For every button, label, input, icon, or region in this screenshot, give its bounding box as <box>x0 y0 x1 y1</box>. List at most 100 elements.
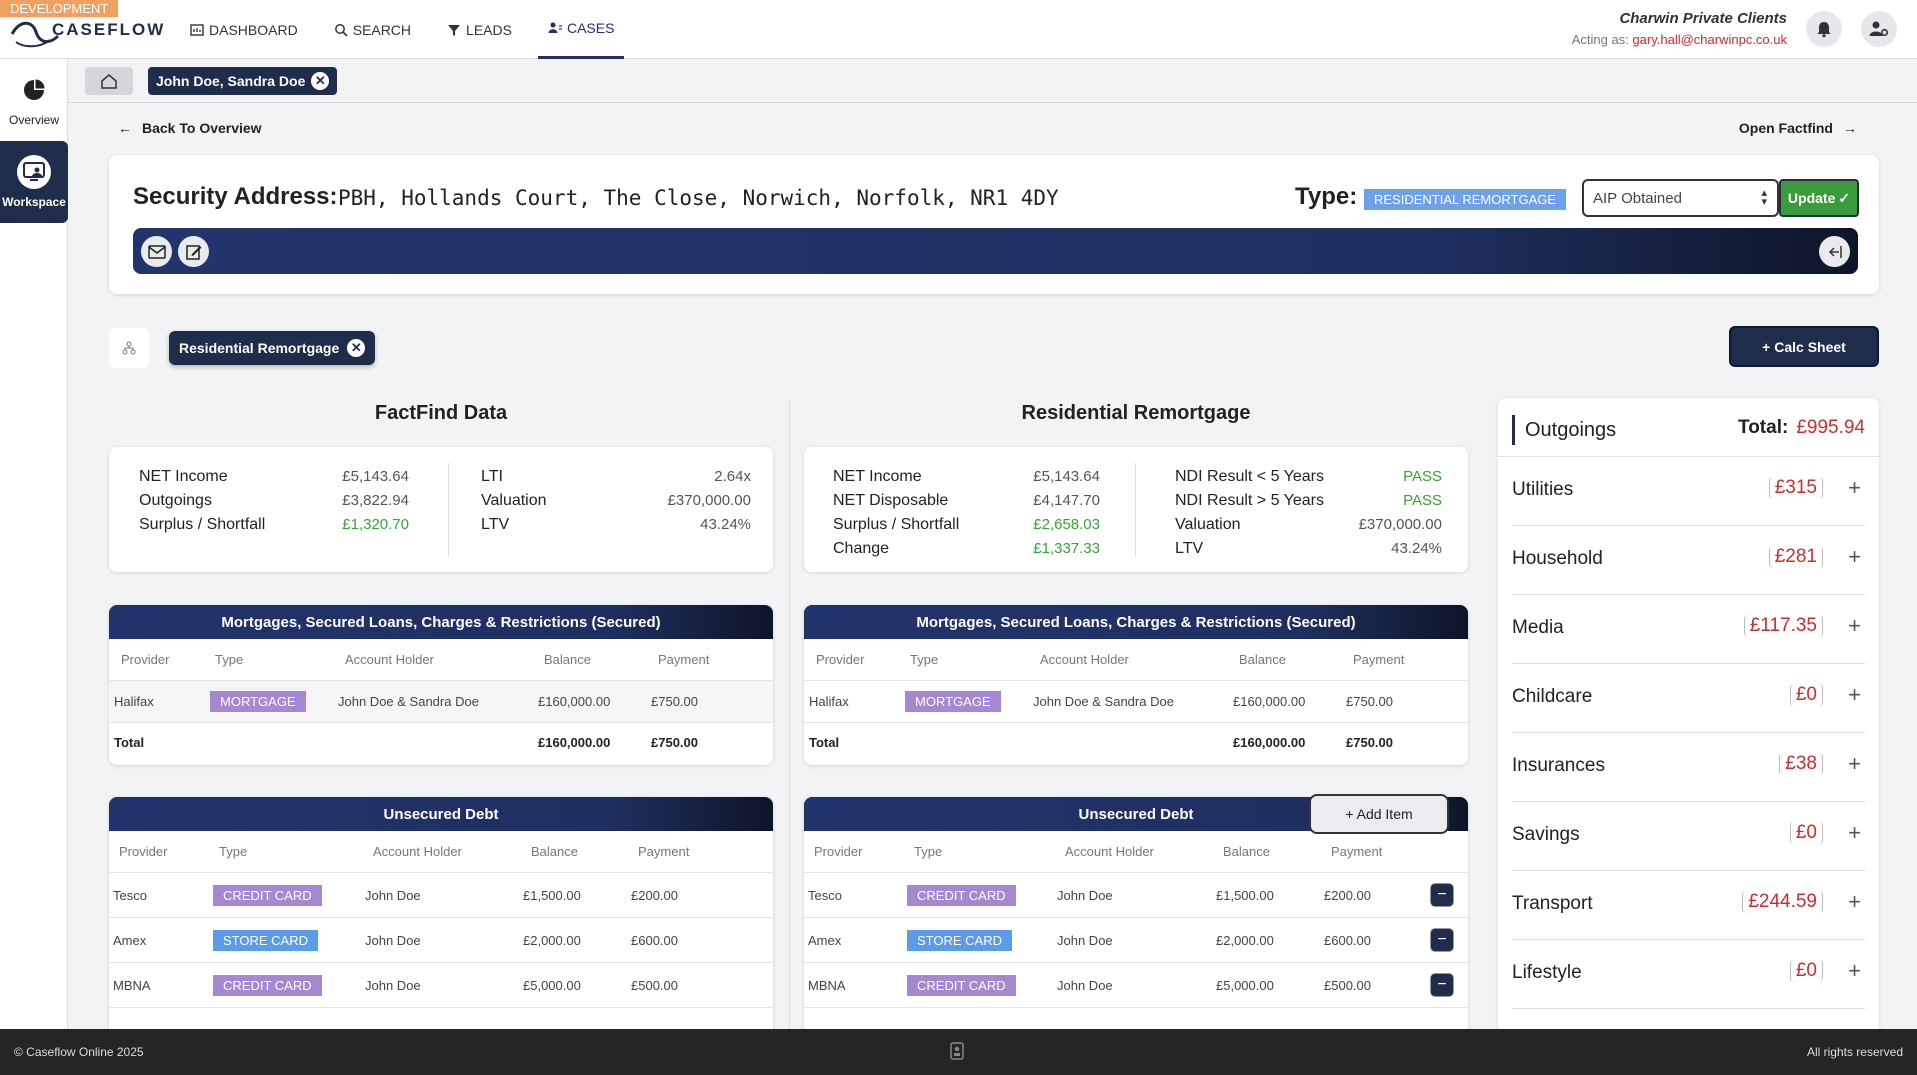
close-icon[interactable]: ✕ <box>311 72 330 90</box>
outgoing-row-media[interactable]: Media £117.35 + <box>1512 595 1865 664</box>
summary-key: Valuation <box>1175 516 1241 533</box>
case-status-value: AIP Obtained <box>1593 189 1682 207</box>
column-header: Balance <box>531 844 578 859</box>
table-row[interactable]: MBNA CREDIT CARD John Doe £5,000.00 £500… <box>804 963 1468 1008</box>
table-row[interactable]: Tesco CREDIT CARD John Doe £1,500.00 £20… <box>109 873 773 918</box>
remove-item-button[interactable]: − <box>1430 973 1454 997</box>
collapse-panel-button[interactable] <box>1819 236 1850 267</box>
table-row[interactable]: Tesco CREDIT CARD John Doe £1,500.00 £20… <box>804 873 1468 918</box>
outgoing-amount: £0 <box>1789 960 1823 982</box>
outgoing-row-childcare[interactable]: Childcare £0 + <box>1512 664 1865 733</box>
add-item-button[interactable]: + Add Item <box>1309 794 1449 834</box>
type-badge: STORE CARD <box>213 929 318 951</box>
copyright-text: © Caseflow Online 2025 <box>14 1045 144 1059</box>
email-button[interactable] <box>141 236 172 267</box>
remove-item-button[interactable]: − <box>1430 883 1454 907</box>
payment-cell: £500.00 <box>631 977 678 993</box>
edit-button[interactable] <box>178 236 209 267</box>
nav-leads-label: LEADS <box>466 21 512 38</box>
close-icon[interactable]: ✕ <box>347 339 366 357</box>
update-status-button[interactable]: Update ✓ <box>1779 179 1859 217</box>
nav-dashboard-label: DASHBOARD <box>209 21 298 38</box>
dashboard-icon <box>190 23 204 36</box>
column-header: Provider <box>119 844 168 859</box>
expand-plus-icon[interactable]: + <box>1848 475 1861 501</box>
nav-leads[interactable]: LEADS <box>437 0 522 59</box>
table-total-row: Total £160,000.00 £750.00 <box>109 723 773 761</box>
table-row[interactable]: Amex STORE CARD John Doe £2,000.00 £600.… <box>109 918 773 963</box>
sidebar-item-overview[interactable]: Overview <box>0 59 68 141</box>
summary-value: PASS <box>1403 468 1442 485</box>
nav-dashboard[interactable]: DASHBOARD <box>180 0 308 59</box>
main-nav: DASHBOARD SEARCH LEADS CASES <box>180 0 640 59</box>
outgoing-row-utilities[interactable]: Utilities £315 + <box>1512 457 1865 526</box>
expand-plus-icon[interactable]: + <box>1848 682 1861 708</box>
open-factfind-link[interactable]: Open Factfind → <box>1739 120 1857 136</box>
table-total-row: Total £160,000.00 £750.00 <box>804 723 1468 761</box>
column-header: Payment <box>658 652 710 667</box>
expand-plus-icon[interactable]: + <box>1848 751 1861 777</box>
total-balance: £160,000.00 <box>1233 734 1306 750</box>
summary-key: Surplus / Shortfall <box>833 516 960 533</box>
acting-user-email[interactable]: gary.hall@charwinpc.co.uk <box>1632 32 1787 47</box>
holder-cell: John Doe <box>1057 932 1113 948</box>
expand-plus-icon[interactable]: + <box>1848 613 1861 639</box>
case-tab[interactable]: John Doe, Sandra Doe ✕ <box>148 67 338 95</box>
notifications-button[interactable] <box>1806 11 1842 47</box>
type-badge: MORTGAGE <box>210 691 306 712</box>
holder-cell: John Doe & Sandra Doe <box>338 694 479 709</box>
balance-cell: £1,500.00 <box>523 887 581 903</box>
structure-button[interactable] <box>109 328 149 368</box>
type-badge: STORE CARD <box>907 929 1012 951</box>
product-tab-residential-remortgage[interactable]: Residential Remortgage ✕ <box>169 331 376 365</box>
expand-plus-icon[interactable]: + <box>1848 889 1861 915</box>
outgoing-row-transport[interactable]: Transport £244.59 + <box>1512 871 1865 940</box>
case-status-select[interactable]: AIP Obtained ▴ ▾ <box>1582 179 1779 217</box>
table-row[interactable]: MBNA CREDIT CARD John Doe £5,000.00 £500… <box>109 963 773 1008</box>
summary-key: LTV <box>1175 540 1204 557</box>
holder-cell: John Doe <box>365 977 421 993</box>
summary-key: LTV <box>481 516 510 533</box>
arrow-left-icon: ← <box>118 120 132 136</box>
arrow-right-icon: → <box>1843 120 1857 136</box>
home-button[interactable] <box>85 67 133 95</box>
nav-search[interactable]: SEARCH <box>324 0 421 59</box>
outgoing-row-lifestyle[interactable]: Lifestyle £0 + <box>1512 940 1865 1009</box>
back-to-overview-link[interactable]: ← Back To Overview <box>118 120 262 136</box>
summary-key: Valuation <box>481 492 547 509</box>
outgoing-row-insurances[interactable]: Insurances £38 + <box>1512 733 1865 802</box>
summary-value: 43.24% <box>700 516 751 533</box>
summary-value: PASS <box>1403 492 1442 509</box>
nav-cases-label: CASES <box>566 20 615 36</box>
outgoing-name: Media <box>1512 617 1564 638</box>
sitemap-icon <box>122 341 136 355</box>
table-row[interactable]: Amex STORE CARD John Doe £2,000.00 £600.… <box>804 918 1468 963</box>
expand-plus-icon[interactable]: + <box>1848 958 1861 984</box>
table-title: Mortgages, Secured Loans, Charges & Rest… <box>109 605 773 639</box>
unsecured-table-remortgage: Unsecured Debt Provider Type Account Hol… <box>804 797 1468 1057</box>
table-header-row: Provider Type Account Holder Balance Pay… <box>804 639 1468 681</box>
remove-item-button[interactable]: − <box>1430 928 1454 952</box>
user-settings-button[interactable] <box>1861 11 1897 47</box>
expand-plus-icon[interactable]: + <box>1848 820 1861 846</box>
security-address-label: Security Address: <box>133 183 338 210</box>
payment-cell: £200.00 <box>631 887 678 903</box>
outgoing-row-savings[interactable]: Savings £0 + <box>1512 802 1865 871</box>
type-cell: MORTGAGE <box>905 681 1001 722</box>
outgoing-name: Childcare <box>1512 686 1593 707</box>
workspace-icon <box>17 155 51 189</box>
table-row[interactable]: Halifax MORTGAGE John Doe & Sandra Doe £… <box>804 681 1468 723</box>
column-header: Type <box>219 844 248 859</box>
summary-key: NET Income <box>833 468 922 485</box>
nav-cases[interactable]: CASES <box>537 0 625 59</box>
outgoing-row-household[interactable]: Household £281 + <box>1512 526 1865 595</box>
expand-plus-icon[interactable]: + <box>1848 544 1861 570</box>
outgoing-name: Household <box>1512 548 1603 569</box>
column-header: Provider <box>121 652 170 667</box>
calc-sheet-button[interactable]: + Calc Sheet <box>1729 326 1879 367</box>
sidebar-item-workspace[interactable]: Workspace <box>0 141 68 223</box>
type-badge: CREDIT CARD <box>213 884 322 906</box>
outgoing-name: Savings <box>1512 824 1580 845</box>
table-row[interactable]: Halifax MORTGAGE John Doe & Sandra Doe £… <box>109 681 773 723</box>
payment-cell: £750.00 <box>651 694 698 709</box>
